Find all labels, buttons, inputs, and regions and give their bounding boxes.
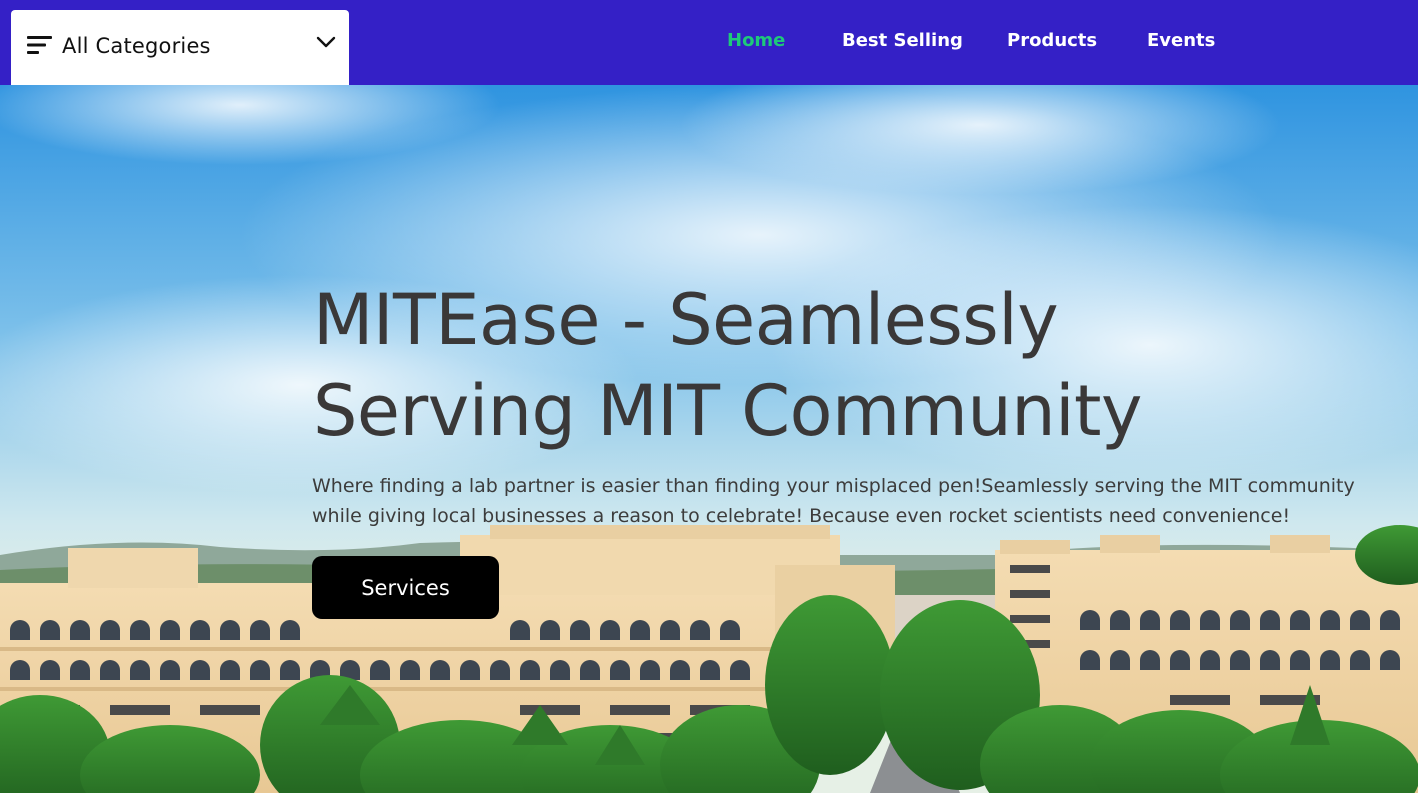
nav-best-selling[interactable]: Best Selling (842, 30, 963, 51)
hero-description-line-2: while giving local businesses a reason t… (312, 505, 1291, 527)
page: All Categories Home Best Selling Product… (0, 0, 1418, 793)
hero-title-line-1: MITEase - Seamlessly (313, 279, 1059, 361)
all-categories-dropdown[interactable]: All Categories (11, 10, 349, 85)
hero-description-line-1: Where finding a lab partner is easier th… (312, 475, 1355, 497)
hero-title-line-2: Serving MIT Community (313, 370, 1142, 452)
nav-events[interactable]: Events (1147, 30, 1215, 51)
hero-description: Where finding a lab partner is easier th… (312, 471, 1412, 531)
nav-products[interactable]: Products (1007, 30, 1097, 51)
services-button[interactable]: Services (312, 556, 499, 619)
nav-home[interactable]: Home (727, 30, 785, 51)
hero-section: MITEase - Seamlessly Serving MIT Communi… (0, 85, 1418, 793)
categories-label: All Categories (62, 34, 211, 58)
hero-title: MITEase - Seamlessly Serving MIT Communi… (313, 275, 1313, 457)
top-navbar: All Categories Home Best Selling Product… (0, 0, 1418, 85)
chevron-down-icon (316, 36, 336, 48)
menu-lines-icon (27, 36, 52, 54)
